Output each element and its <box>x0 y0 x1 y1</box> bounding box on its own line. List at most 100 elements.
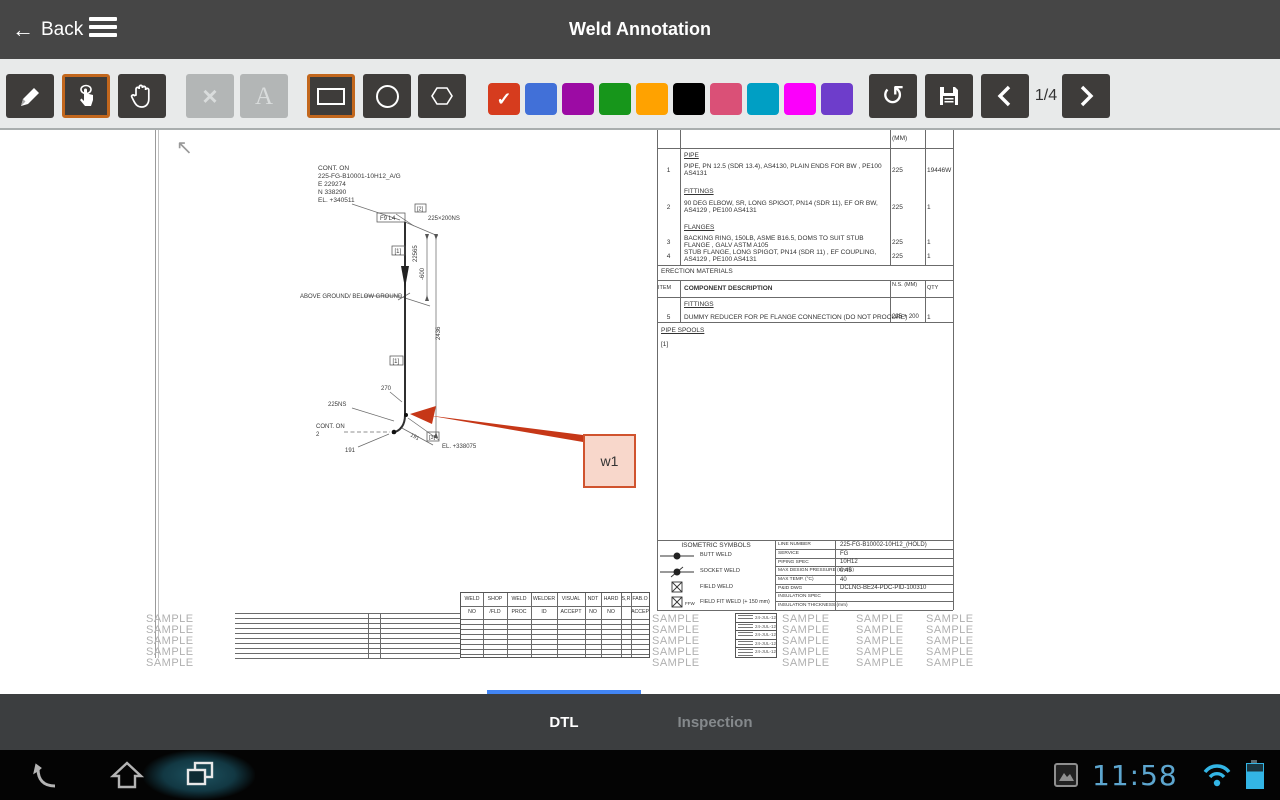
circle-shape-button[interactable] <box>363 74 411 118</box>
bom-desc: STUB FLANGE, LONG SPIGOT, PN14 (SDR 11) … <box>684 249 886 263</box>
wifi-status-icon <box>1198 750 1236 800</box>
pan-tool-button[interactable] <box>118 74 166 118</box>
cont-on-top-3: E 229274 <box>318 181 346 188</box>
weld-col-header: NO <box>461 606 483 618</box>
menu-icon <box>89 17 117 21</box>
save-button[interactable] <box>925 74 973 118</box>
next-page-button[interactable] <box>1062 74 1110 118</box>
delete-tool-button[interactable]: × <box>186 74 234 118</box>
back-arrow-icon: ← <box>12 19 34 41</box>
color-swatch-magenta[interactable] <box>784 83 816 115</box>
erection-h-ns: N.S. (MM) <box>892 282 922 289</box>
undo-icon: ↺ <box>881 82 904 110</box>
pencil-tool-button[interactable] <box>6 74 54 118</box>
label-ref1b: [1] <box>393 359 400 365</box>
previous-page-button[interactable] <box>981 74 1029 118</box>
line-info-value: 0.45 <box>840 568 852 574</box>
bom-ns: 225 <box>892 253 903 260</box>
rev-date: 24-JUL-12 <box>755 648 776 657</box>
symbol-label: FIELD FIT WELD (+ 150 mm) <box>700 599 770 606</box>
menu-button[interactable] <box>89 17 117 41</box>
rev-date: 24-JUL-12 <box>755 640 776 648</box>
text-tool-button[interactable]: A <box>240 74 288 118</box>
color-swatch-pink[interactable] <box>710 83 742 115</box>
cont-on-top-5: EL. +340511 <box>318 197 355 204</box>
bom-ns: 225 <box>892 204 903 211</box>
weld-col-header: /FLD <box>483 606 507 618</box>
bom-ns: 225 <box>892 167 903 174</box>
socket-weld-symbol <box>674 569 681 576</box>
cont-on-top-1: CONT. ON <box>318 165 349 172</box>
rev-date: 24-JUL-12 <box>755 614 776 622</box>
label-reducer: 225×200NS <box>428 216 460 222</box>
erection-desc: DUMMY REDUCER FOR PE FLANGE CONNECTION (… <box>684 314 907 321</box>
symbol-label: BUTT WELD <box>700 552 732 559</box>
page-title: Weld Annotation <box>0 0 1280 59</box>
bom-desc: PIPE, PN 12.5 (SDR 13.4), AS4130, PLAIN … <box>684 163 886 177</box>
line-info-key: INSULATION THICKNESS (mm) <box>778 603 848 608</box>
bom-section: FLANGES <box>684 224 714 231</box>
symbols-title: ISOMETRIC SYMBOLS <box>657 542 775 549</box>
annotation-arrow-line[interactable] <box>426 415 583 442</box>
color-swatch-violet[interactable] <box>821 83 853 115</box>
north-arrow-icon: ↖ <box>176 137 193 159</box>
bom-mm-header: (MM) <box>892 135 907 142</box>
drawing-canvas[interactable]: ↖ <box>0 130 1280 690</box>
weld-table: WELD SHOP WELD WELDER VISUAL NDT HARD S,… <box>460 592 650 658</box>
system-back-button[interactable] <box>20 750 70 800</box>
tab-inspection[interactable]: Inspection <box>640 694 790 750</box>
watermark: SAMPLE <box>782 657 830 669</box>
color-swatch-teal[interactable] <box>747 83 779 115</box>
touch-select-tool-button[interactable] <box>62 74 110 118</box>
color-swatch-black[interactable] <box>673 83 705 115</box>
top-bar: ← Back Weld Annotation <box>0 0 1280 59</box>
label-f9l4: F9 L4 <box>380 216 396 222</box>
bom-desc: 90 DEG ELBOW, SR, LONG SPIGOT, PN14 (SDR… <box>684 200 886 214</box>
label-270: 270 <box>381 386 392 392</box>
bom-qty: 19446W <box>927 167 951 174</box>
rev-date: 24-JUL-12 <box>755 623 776 631</box>
pencil-icon <box>17 83 43 109</box>
annotation-toolbar: × A ✓ ↺ <box>0 59 1280 130</box>
color-swatch-purple[interactable] <box>562 83 594 115</box>
line-info-value: 10H12 <box>840 559 858 565</box>
watermark: SAMPLE <box>856 657 904 669</box>
undo-button[interactable]: ↺ <box>869 74 917 118</box>
annotation-label: w1 <box>601 453 619 469</box>
dim-2436: 2436 <box>436 326 442 340</box>
color-swatch-orange[interactable] <box>636 83 668 115</box>
system-recents-button[interactable] <box>175 750 225 800</box>
polygon-shape-button[interactable] <box>418 74 466 118</box>
annotation-arrow-head <box>410 406 436 424</box>
hand-icon <box>130 83 154 109</box>
color-swatch-green[interactable] <box>599 83 631 115</box>
line-info-key: PIPING SPEC <box>778 560 809 565</box>
weld-col-header: NDT <box>585 593 601 605</box>
weld-col-header: NO <box>585 606 601 618</box>
color-swatch-blue[interactable] <box>525 83 557 115</box>
save-icon <box>937 84 961 108</box>
label-el-bottom: EL. +338075 <box>442 444 477 450</box>
tab-dtl[interactable]: DTL <box>487 694 641 750</box>
weld-col-header: WELDER <box>531 593 557 605</box>
back-button[interactable]: ← Back <box>12 0 83 59</box>
label-ref2: [2] <box>417 207 424 213</box>
dim-600: -600 <box>420 267 426 280</box>
back-label: Back <box>41 19 83 41</box>
weld-col-header: FAB.O <box>631 593 649 605</box>
cont-on-top-2: 225-FG-B10001-10H12_A/G <box>318 173 401 180</box>
color-swatch-red[interactable]: ✓ <box>488 83 520 115</box>
rev-date: 24-JUL-12 <box>755 631 776 639</box>
system-home-button[interactable] <box>102 750 152 800</box>
weld-annotation-w1[interactable]: w1 <box>583 434 636 488</box>
weld-col-header: S,R <box>621 593 631 605</box>
line-info-value: 40 <box>840 577 847 583</box>
ffw-label: FFW <box>685 601 695 606</box>
cont-on-top-4: N 338290 <box>318 189 347 196</box>
erection-h-item: ITEM <box>658 285 671 292</box>
erection-qty: 1 <box>927 314 931 321</box>
weld-annotation-app: ← Back Weld Annotation × A <box>0 0 1280 800</box>
line-info-key: MAX TEMP. (°C) <box>778 577 814 582</box>
line-info-value: FG <box>840 551 848 557</box>
rectangle-shape-button[interactable] <box>307 74 355 118</box>
